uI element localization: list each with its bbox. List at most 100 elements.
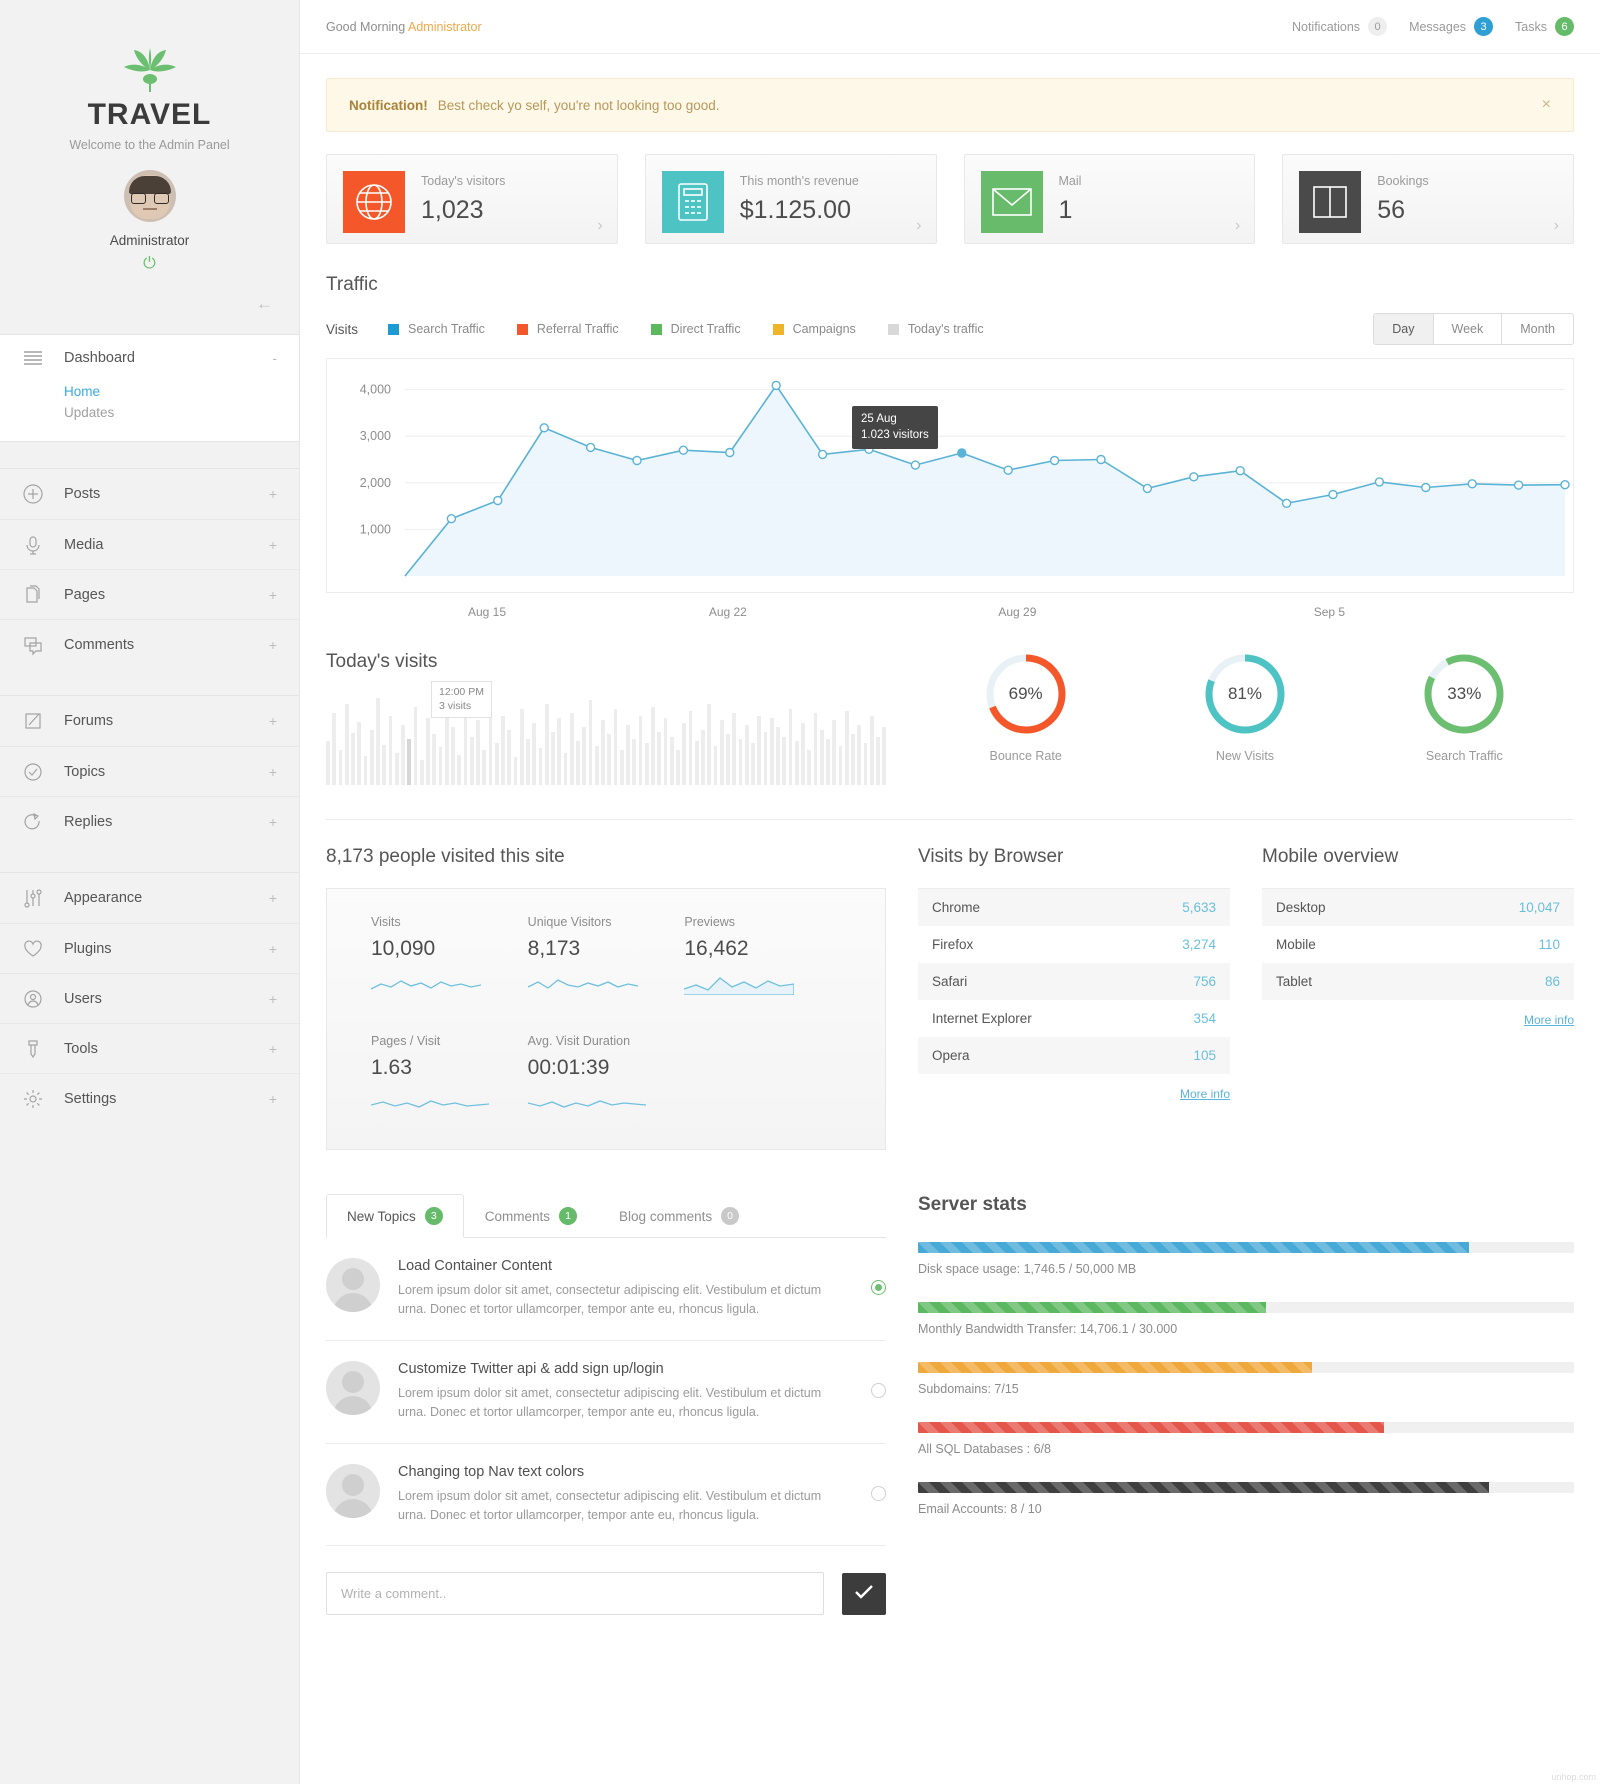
list-item[interactable]: Changing top Nav text colors Lorem ipsum… xyxy=(326,1444,886,1547)
donut-ring: 33% xyxy=(1421,651,1507,737)
sparkline xyxy=(370,973,528,1000)
sidebar-item-media[interactable]: Media + xyxy=(0,519,299,569)
palm-logo-icon xyxy=(118,48,182,94)
range-week-button[interactable]: Week xyxy=(1432,314,1502,344)
expand-plus-icon[interactable]: + xyxy=(269,991,277,1007)
table-row[interactable]: Chrome 5,633 xyxy=(918,889,1230,926)
expand-plus-icon[interactable]: + xyxy=(269,486,277,502)
range-month-button[interactable]: Month xyxy=(1501,314,1573,344)
visit-bar xyxy=(776,727,780,785)
expand-plus-icon[interactable]: + xyxy=(269,890,277,906)
mobile-more-info-link[interactable]: More info xyxy=(1262,1013,1574,1027)
calculator-icon xyxy=(661,171,724,233)
sidebar-subitem-updates[interactable]: Updates xyxy=(0,402,299,423)
topic-radio[interactable] xyxy=(871,1382,886,1398)
legend-direct-traffic[interactable]: Direct Traffic xyxy=(650,322,741,336)
topic-radio[interactable] xyxy=(871,1280,886,1295)
table-row[interactable]: Desktop 10,047 xyxy=(1262,889,1574,926)
expand-plus-icon[interactable]: + xyxy=(269,764,277,780)
visit-bar xyxy=(501,715,505,785)
visit-bar xyxy=(432,734,436,785)
legend-referral-traffic[interactable]: Referral Traffic xyxy=(516,322,619,336)
visit-bar xyxy=(826,738,830,785)
collapse-arrow-icon[interactable]: ← xyxy=(256,294,273,313)
notifications-link[interactable]: Notifications 0 xyxy=(1292,17,1388,36)
chevron-right-icon[interactable]: › xyxy=(1554,217,1559,235)
visit-bar xyxy=(513,757,518,785)
sidebar-item-users[interactable]: Users + xyxy=(0,973,299,1023)
device-name: Tablet xyxy=(1276,974,1313,989)
sidebar-item-pages[interactable]: Pages + xyxy=(0,569,299,619)
table-row[interactable]: Mobile 110 xyxy=(1262,926,1574,963)
power-icon[interactable]: ⏻ xyxy=(0,256,299,272)
sidebar-item-settings[interactable]: Settings + xyxy=(0,1073,299,1123)
expand-plus-icon[interactable]: + xyxy=(269,941,277,957)
sidebar-item-forums[interactable]: Forums + xyxy=(0,696,299,746)
visit-bar xyxy=(682,722,686,785)
stat-card-revenue[interactable]: This month's revenue $1.125.00 › xyxy=(644,154,937,244)
chevron-right-icon[interactable]: › xyxy=(597,217,602,235)
notifications-badge: 0 xyxy=(1368,17,1388,36)
sidebar-item-topics[interactable]: Topics + xyxy=(0,746,299,796)
table-row[interactable]: Internet Explorer 354 xyxy=(918,1000,1230,1037)
table-row[interactable]: Firefox 3,274 xyxy=(918,926,1230,963)
legend-todays-traffic[interactable]: Today's traffic xyxy=(887,322,984,336)
table-row[interactable]: Opera 105 xyxy=(918,1037,1230,1074)
expand-plus-icon[interactable]: + xyxy=(269,814,277,830)
legend-search-traffic[interactable]: Search Traffic xyxy=(388,322,485,336)
expand-plus-icon[interactable]: + xyxy=(269,713,277,729)
sidebar-item-comments[interactable]: Comments + xyxy=(0,619,299,669)
stat-card-visitors[interactable]: Today's visitors 1,023 › xyxy=(326,154,618,244)
browser-name: Firefox xyxy=(932,937,974,952)
sidebar-item-appearance[interactable]: Appearance + xyxy=(0,873,299,923)
sidebar-collapse-row[interactable]: ← xyxy=(0,272,299,334)
submit-comment-button[interactable] xyxy=(842,1572,886,1615)
messages-link[interactable]: Messages 3 xyxy=(1409,17,1494,36)
sidebar-item-replies[interactable]: Replies + xyxy=(0,796,299,846)
sidebar-item-tools[interactable]: Tools + xyxy=(0,1023,299,1073)
visit-bar xyxy=(332,713,336,785)
browsers-more-info-link[interactable]: More info xyxy=(918,1087,1230,1101)
expand-plus-icon[interactable]: + xyxy=(269,1091,277,1107)
expand-plus-icon[interactable]: + xyxy=(269,537,277,553)
tasks-link[interactable]: Tasks 6 xyxy=(1515,17,1574,36)
stat-card-value: $1.125.00 xyxy=(739,196,851,224)
todays-visits-bars[interactable]: 12:00 PM 3 visits xyxy=(326,681,886,785)
tab-comments[interactable]: Comments 1 xyxy=(464,1194,598,1238)
legend-campaigns[interactable]: Campaigns xyxy=(772,322,856,336)
close-icon[interactable]: × xyxy=(1542,96,1551,114)
expand-plus-icon[interactable]: + xyxy=(269,637,277,653)
stat-card-label: Mail xyxy=(1058,174,1082,188)
table-row[interactable]: Safari 756 xyxy=(918,963,1230,1000)
list-item[interactable]: Load Container Content Lorem ipsum dolor… xyxy=(326,1238,886,1341)
stat-card-mail[interactable]: Mail 1 › xyxy=(963,154,1256,244)
sidebar-item-posts[interactable]: Posts + xyxy=(0,469,299,519)
topic-radio[interactable] xyxy=(871,1485,886,1501)
comment-input[interactable] xyxy=(326,1572,824,1616)
tooltip-date: 25 Aug xyxy=(861,413,897,425)
nav-group-dashboard: Dashboard - Home Updates xyxy=(0,334,299,442)
expand-plus-icon[interactable]: + xyxy=(269,587,277,603)
stat-value: 10,090 xyxy=(371,937,436,960)
progress-fill xyxy=(918,1302,1266,1313)
visit-bar xyxy=(813,713,818,785)
stat-card-value: 1,023 xyxy=(421,196,484,224)
chevron-right-icon[interactable]: › xyxy=(916,217,921,235)
traffic-chart[interactable]: 1,000 2,000 3,000 4,000 25 Aug 1.023 visito… xyxy=(326,358,1574,593)
table-row[interactable]: Tablet 86 xyxy=(1262,963,1574,1000)
chevron-right-icon[interactable]: › xyxy=(1235,217,1240,235)
tab-new-topics[interactable]: New Topics 3 xyxy=(326,1194,464,1238)
range-day-button[interactable]: Day xyxy=(1374,314,1433,344)
visit-bar xyxy=(876,736,880,785)
visit-bar xyxy=(676,750,680,785)
progress-email-accounts: Email Accounts: 8 / 10 xyxy=(918,1482,1574,1516)
visit-bar xyxy=(357,721,361,785)
expand-plus-icon[interactable]: + xyxy=(269,1041,277,1057)
list-item[interactable]: Customize Twitter api & add sign up/logi… xyxy=(326,1341,886,1444)
sidebar-item-dashboard[interactable]: Dashboard - xyxy=(0,335,299,381)
tab-blog-comments[interactable]: Blog comments 0 xyxy=(598,1194,760,1238)
server-stats-panel: Server stats Disk space usage: 1,746.5 /… xyxy=(918,1194,1574,1615)
sidebar-item-plugins[interactable]: Plugins + xyxy=(0,923,299,973)
stat-card-bookings[interactable]: Bookings 56 › xyxy=(1282,154,1574,244)
sidebar-subitem-home[interactable]: Home xyxy=(0,381,299,402)
